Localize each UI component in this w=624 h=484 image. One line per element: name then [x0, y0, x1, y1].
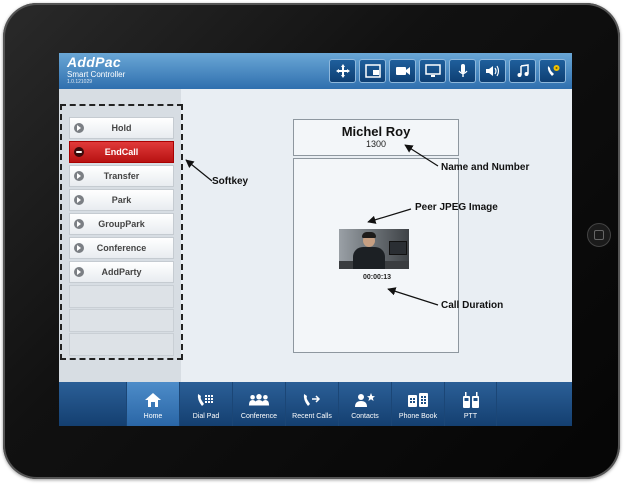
softkey-arrow	[185, 159, 213, 182]
annotation-softkey: Softkey	[212, 176, 249, 187]
annotation-peer-image: Peer JPEG Image	[415, 202, 498, 213]
call-duration-arrow	[387, 287, 439, 306]
peer-image-arrow	[367, 208, 412, 224]
annotation-call-duration: Call Duration	[441, 300, 504, 311]
annotation-name-number: Name and Number	[441, 162, 530, 173]
name-number-arrow	[404, 144, 439, 167]
annotation-arrows	[185, 144, 439, 306]
